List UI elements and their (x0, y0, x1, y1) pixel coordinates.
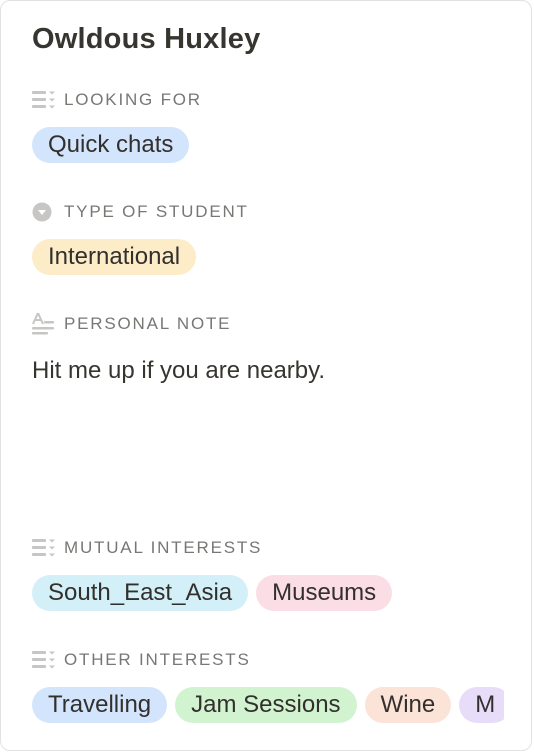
mutual-interests-tags: South_East_Asia Museums (32, 575, 504, 611)
looking-for-label-text: LOOKING FOR (64, 90, 202, 109)
type-of-student-label-text: TYPE OF STUDENT (64, 202, 249, 221)
other-interests-label-text: OTHER INTERESTS (64, 650, 251, 669)
looking-for-tags: Quick chats (32, 127, 504, 163)
multi-select-icon (32, 90, 56, 110)
personal-note-label: PERSONAL NOTE (32, 313, 232, 335)
personal-note-value[interactable]: Hit me up if you are nearby. (32, 357, 325, 385)
profile-card[interactable]: Owldous Huxley LOOKING FOR Quick chats T… (0, 0, 532, 751)
tag-travelling[interactable]: Travelling (32, 687, 168, 723)
tag-south-east-asia[interactable]: South_East_Asia (32, 575, 249, 611)
other-interests-tags: Travelling Jam Sessions Wine M (32, 687, 504, 723)
tag-wine[interactable]: Wine (364, 687, 452, 723)
profile-name: Owldous Huxley (32, 23, 261, 55)
tag-quick-chats[interactable]: Quick chats (32, 127, 190, 163)
personal-note-label-text: PERSONAL NOTE (64, 314, 232, 333)
mutual-interests-label: MUTUAL INTERESTS (32, 538, 262, 558)
other-interests-label: OTHER INTERESTS (32, 650, 251, 670)
looking-for-label: LOOKING FOR (32, 90, 202, 110)
tag-jam-sessions[interactable]: Jam Sessions (175, 687, 357, 723)
text-icon (32, 313, 56, 335)
type-of-student-tags: International (32, 239, 504, 275)
tag-museums[interactable]: Museums (256, 575, 393, 611)
multi-select-icon (32, 538, 56, 558)
multi-select-icon (32, 650, 56, 670)
tag-international[interactable]: International (32, 239, 197, 275)
tag-truncated[interactable]: M (459, 687, 504, 723)
type-of-student-label: TYPE OF STUDENT (32, 202, 249, 222)
select-icon (32, 202, 56, 222)
mutual-interests-label-text: MUTUAL INTERESTS (64, 538, 263, 557)
